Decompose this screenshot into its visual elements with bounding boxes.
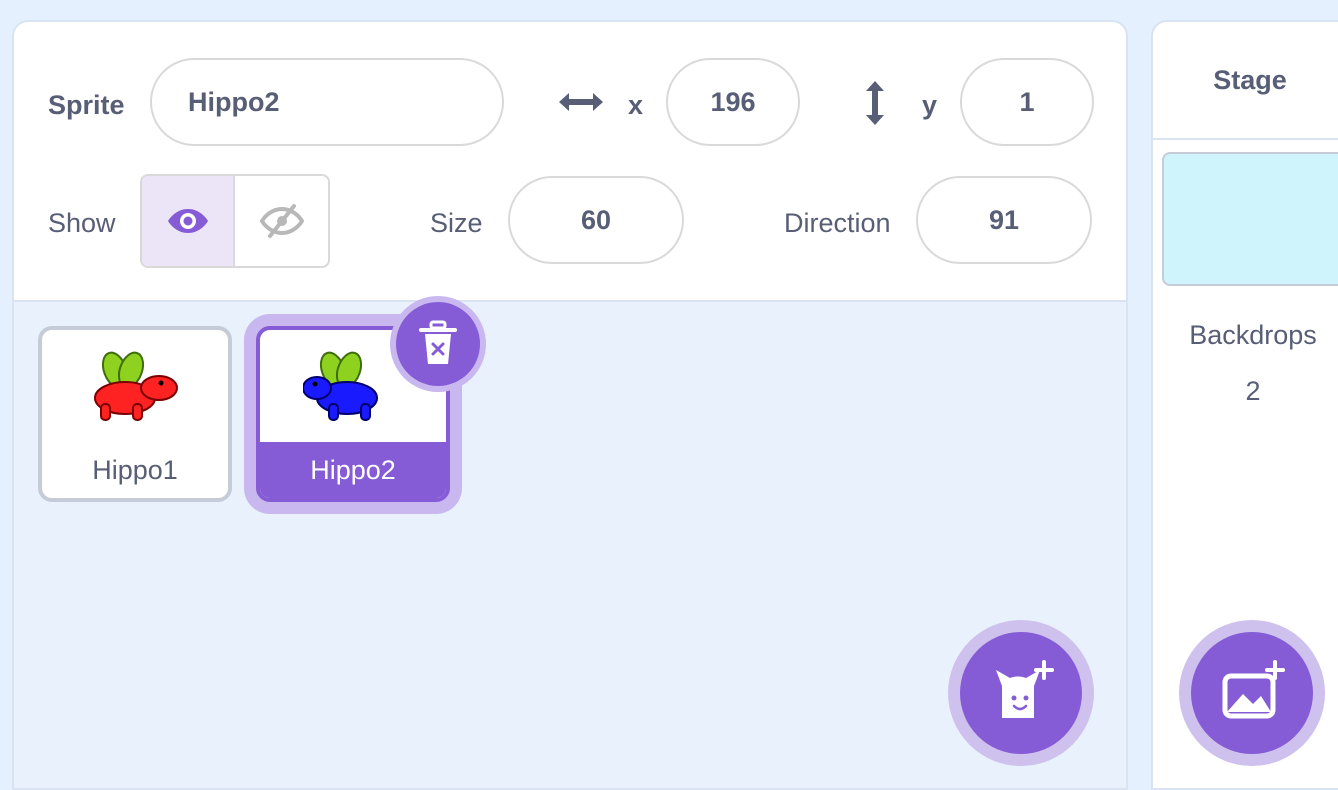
size-field[interactable]: 60 [508,176,684,264]
stage-pane: Stage Backdrops 2 [1151,20,1338,790]
hide-sprite-button[interactable] [235,176,328,266]
sprite-list: Hippo1 Hippo2 [14,302,1126,788]
x-label: x [628,90,644,120]
add-sprite-button[interactable] [960,632,1082,754]
hippo-icon [94,351,178,421]
eye-icon [167,209,208,233]
sprite-pane: Sprite Hippo2 x 196 y 1 Show Size 60 Dir… [12,20,1128,790]
size-label: Size [430,208,483,238]
eye-slash-icon [259,204,304,238]
sprite-tile-label: Hippo2 [260,442,446,498]
hippo-icon [303,351,378,421]
add-backdrop-button-ring [1179,620,1325,766]
delete-sprite-button[interactable] [396,302,480,386]
vertical-arrows-icon [860,78,890,128]
backdrops-label: Backdrops [1189,320,1317,350]
cat-plus-icon [996,660,1054,718]
sprite-info-panel: Sprite Hippo2 x 196 y 1 Show Size 60 Dir… [14,22,1126,302]
trash-icon [419,320,457,364]
direction-label: Direction [784,208,891,238]
sprite-name-field[interactable]: Hippo2 [150,58,504,146]
sprite-tile-label: Hippo1 [92,454,178,485]
show-label: Show [48,208,116,238]
direction-field[interactable]: 91 [916,176,1092,264]
stage-thumbnail[interactable] [1162,152,1338,286]
y-label: y [922,90,938,120]
horizontal-arrows-icon [556,86,606,118]
visibility-toggle [140,174,330,268]
x-position-field[interactable]: 196 [666,58,800,146]
show-sprite-button[interactable] [142,176,235,266]
sprite-name-label: Sprite [48,90,125,120]
image-plus-icon [1222,660,1285,719]
backdrops-count: 2 [1245,376,1261,406]
add-backdrop-button[interactable] [1191,632,1313,754]
sprite-thumbnail [42,330,228,446]
add-sprite-button-ring [948,620,1094,766]
y-position-field[interactable]: 1 [960,58,1094,146]
sprite-tile-hippo1[interactable]: Hippo1 [38,326,232,502]
stage-title: Stage [1153,22,1338,140]
